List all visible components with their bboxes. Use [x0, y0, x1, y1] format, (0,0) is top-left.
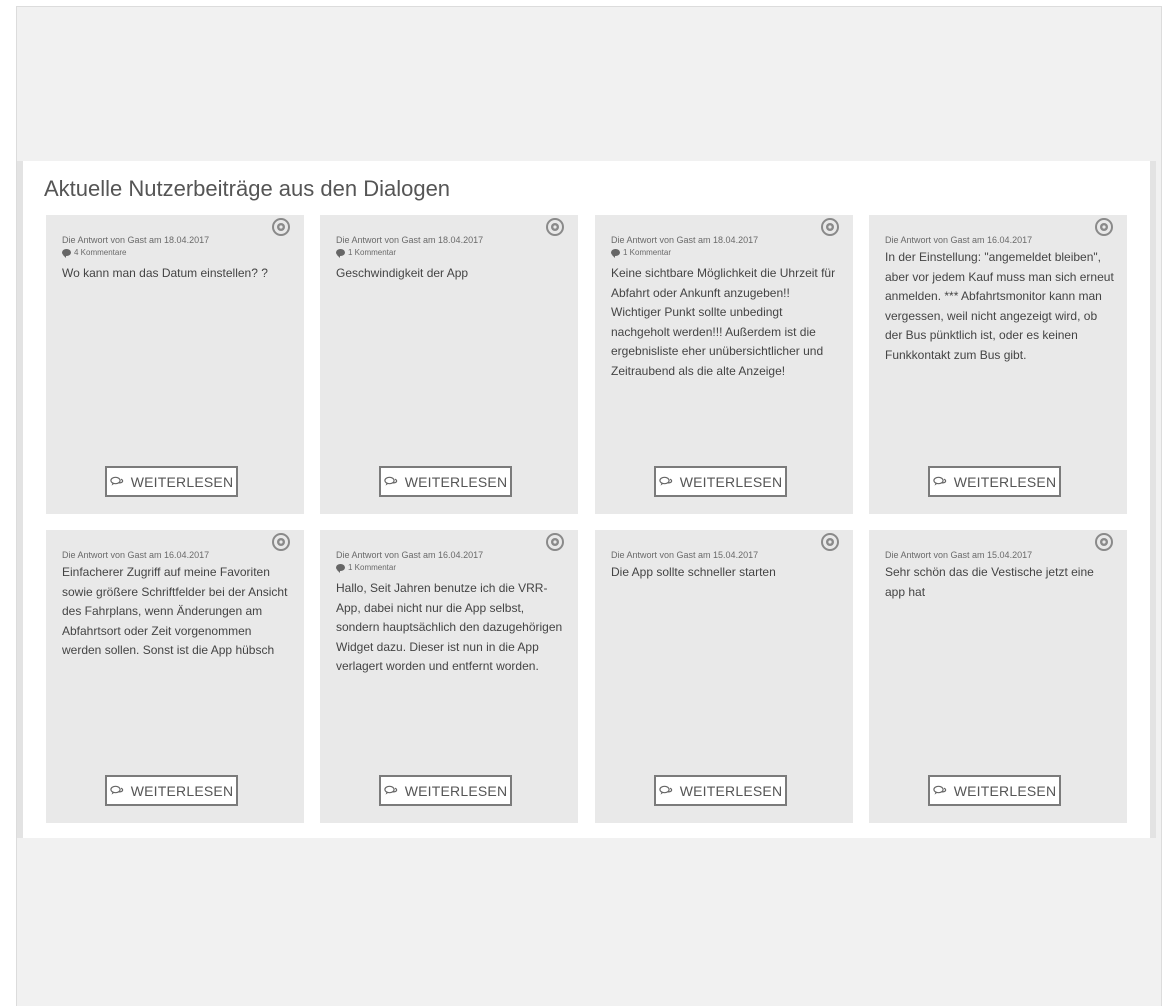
comment-icon	[611, 249, 620, 258]
post-card: Die Antwort von Gast am 16.04.2017 Einfa…	[46, 530, 304, 823]
post-card: Die Antwort von Gast am 18.04.2017 1 Kom…	[320, 215, 578, 514]
post-card: Die Antwort von Gast am 15.04.2017 Sehr …	[869, 530, 1127, 823]
read-more-button[interactable]: WEITERLESEN	[928, 775, 1061, 806]
read-more-button[interactable]: WEITERLESEN	[105, 775, 238, 806]
gear-icon[interactable]	[546, 533, 564, 551]
post-meta: Die Antwort von Gast am 15.04.2017	[611, 550, 759, 560]
post-text: In der Einstellung: "angemeldet bleiben"…	[885, 250, 1114, 362]
post-meta: Die Antwort von Gast am 16.04.2017	[885, 235, 1033, 245]
speech-bubbles-icon	[384, 476, 398, 487]
post-text: Geschwindigkeit der App	[336, 266, 469, 280]
post-text: Sehr schön das die Vestische jetzt eine …	[885, 565, 1094, 599]
comment-count[interactable]: 1 Kommentar	[336, 562, 396, 573]
gear-icon[interactable]	[272, 218, 290, 236]
post-text: Wo kann man das Datum einstellen? ?	[62, 266, 268, 280]
post-text: Die App sollte schneller starten	[611, 565, 776, 579]
gear-icon[interactable]	[821, 218, 839, 236]
post-card: Die Antwort von Gast am 18.04.2017 4 Kom…	[46, 215, 304, 514]
speech-bubbles-icon	[384, 785, 398, 796]
comment-icon	[336, 564, 345, 573]
comment-count[interactable]: 1 Kommentar	[336, 247, 396, 258]
read-more-button[interactable]: WEITERLESEN	[654, 775, 787, 806]
gear-icon[interactable]	[1095, 533, 1113, 551]
gear-icon[interactable]	[1095, 218, 1113, 236]
post-text: Keine sichtbare Möglichkeit die Uhrzeit …	[611, 266, 836, 378]
read-more-button[interactable]: WEITERLESEN	[105, 466, 238, 497]
comment-count[interactable]: 4 Kommentare	[62, 247, 126, 258]
read-more-button[interactable]: WEITERLESEN	[928, 466, 1061, 497]
comment-count[interactable]: 1 Kommentar	[611, 247, 671, 258]
speech-bubbles-icon	[933, 476, 947, 487]
post-meta: Die Antwort von Gast am 18.04.2017	[336, 235, 484, 245]
section-title: Aktuelle Nutzerbeiträge aus den Dialogen	[44, 176, 451, 201]
post-meta: Die Antwort von Gast am 18.04.2017	[62, 235, 210, 245]
post-card: Die Antwort von Gast am 15.04.2017 Die A…	[595, 530, 853, 823]
post-meta: Die Antwort von Gast am 16.04.2017	[62, 550, 210, 560]
gear-icon[interactable]	[821, 533, 839, 551]
read-more-button[interactable]: WEITERLESEN	[379, 775, 512, 806]
read-more-button[interactable]: WEITERLESEN	[379, 466, 512, 497]
post-card: Die Antwort von Gast am 16.04.2017 1 Kom…	[320, 530, 578, 823]
read-more-button[interactable]: WEITERLESEN	[654, 466, 787, 497]
comment-icon	[62, 249, 71, 258]
post-text: Hallo, Seit Jahren benutze ich die VRR-A…	[336, 581, 563, 673]
comment-icon	[336, 249, 345, 258]
speech-bubbles-icon	[110, 476, 124, 487]
post-card: Die Antwort von Gast am 16.04.2017 In de…	[869, 215, 1127, 514]
post-text: Einfacherer Zugriff auf meine Favoriten …	[62, 565, 288, 657]
gear-icon[interactable]	[272, 533, 290, 551]
speech-bubbles-icon	[659, 785, 673, 796]
post-meta: Die Antwort von Gast am 15.04.2017	[885, 550, 1033, 560]
post-meta: Die Antwort von Gast am 16.04.2017	[336, 550, 484, 560]
speech-bubbles-icon	[110, 785, 124, 796]
post-meta: Die Antwort von Gast am 18.04.2017	[611, 235, 759, 245]
speech-bubbles-icon	[933, 785, 947, 796]
gear-icon[interactable]	[546, 218, 564, 236]
speech-bubbles-icon	[659, 476, 673, 487]
post-card: Die Antwort von Gast am 18.04.2017 1 Kom…	[595, 215, 853, 514]
